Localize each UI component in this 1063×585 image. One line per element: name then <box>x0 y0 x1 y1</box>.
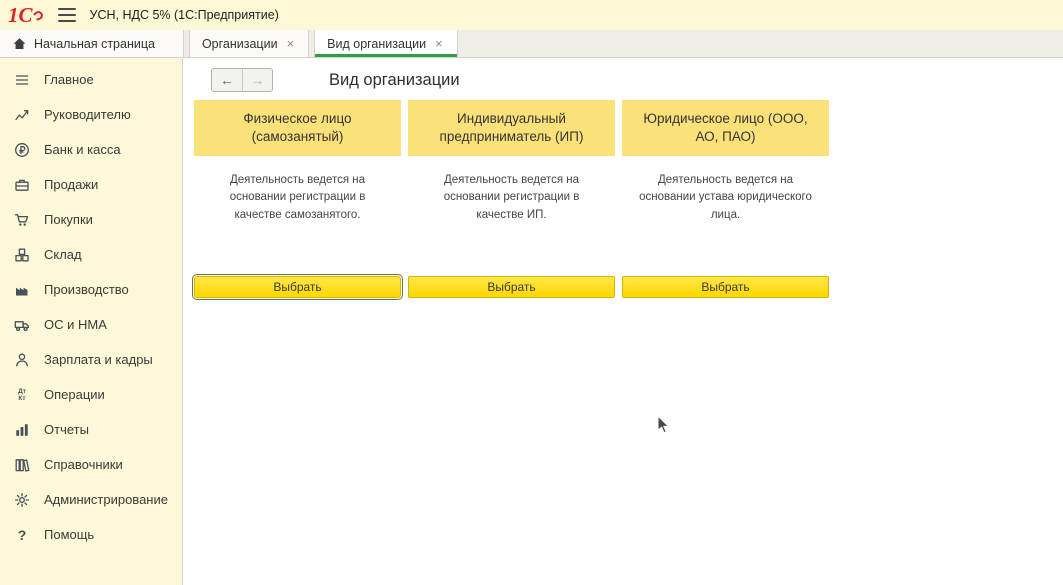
1c-logo-icon: 1С <box>8 5 44 26</box>
close-icon[interactable]: × <box>433 36 445 51</box>
sidebar-item-directories[interactable]: Справочники <box>0 447 182 482</box>
card-description: Деятельность ведется на основании устава… <box>622 156 829 276</box>
sidebar-item-bank-cash[interactable]: Банк и касса <box>0 132 182 167</box>
card-title: Индивидуальный предприниматель (ИП) <box>408 100 615 156</box>
debit-credit-icon: Дт Кт <box>13 387 31 403</box>
sidebar-item-label: Производство <box>44 282 129 297</box>
sidebar-item-label: Руководителю <box>44 107 131 122</box>
tab-organization-type[interactable]: Вид организации × <box>314 30 458 57</box>
card-description: Деятельность ведется на основании регист… <box>408 156 615 276</box>
sidebar-item-label: Операции <box>44 387 105 402</box>
sidebar-item-operations[interactable]: Дт Кт Операции <box>0 377 182 412</box>
page-title: Вид организации <box>329 71 460 90</box>
sidebar-item-label: Банк и касса <box>44 142 121 157</box>
titlebar: 1С УСН, НДС 5% (1С:Предприятие) <box>0 0 1063 30</box>
sidebar-item-manager[interactable]: Руководителю <box>0 97 182 132</box>
tab-organizations-label: Организации <box>202 37 278 51</box>
shopping-cart-icon <box>13 212 31 228</box>
ruble-coin-icon <box>13 142 31 158</box>
card-title: Юридическое лицо (ООО, АО, ПАО) <box>622 100 829 156</box>
sidebar: Главное Руководителю Банк и касса Продаж… <box>0 58 183 585</box>
choose-button[interactable]: Выбрать <box>408 276 615 298</box>
sidebar-item-sales[interactable]: Продажи <box>0 167 182 202</box>
logo-text: 1С <box>8 5 33 26</box>
sidebar-item-reports[interactable]: Отчеты <box>0 412 182 447</box>
briefcase-icon <box>13 177 31 193</box>
main-menu-icon[interactable] <box>58 8 76 22</box>
card-title: Физическое лицо (самозанятый) <box>194 100 401 156</box>
question-mark-icon: ? <box>13 527 31 543</box>
sidebar-item-help[interactable]: ? Помощь <box>0 517 182 552</box>
sidebar-item-main[interactable]: Главное <box>0 62 182 97</box>
card-individual-self-employed: Физическое лицо (самозанятый) Деятельнос… <box>194 100 401 298</box>
close-icon[interactable]: × <box>285 36 297 51</box>
sidebar-item-production[interactable]: Производство <box>0 272 182 307</box>
choose-button[interactable]: Выбрать <box>622 276 829 298</box>
tabbar: Начальная страница Организации × Вид орг… <box>0 30 1063 58</box>
sidebar-item-label: Продажи <box>44 177 98 192</box>
tab-home-label: Начальная страница <box>34 37 155 51</box>
card-individual-entrepreneur: Индивидуальный предприниматель (ИП) Деят… <box>408 100 615 298</box>
bar-chart-icon <box>13 422 31 438</box>
trend-chart-icon <box>13 107 31 123</box>
person-icon <box>13 352 31 368</box>
forward-button[interactable]: → <box>242 69 272 91</box>
gear-icon <box>13 492 31 508</box>
tab-organization-type-label: Вид организации <box>327 37 426 51</box>
sidebar-item-label: Справочники <box>44 457 123 472</box>
sidebar-item-fixed-assets[interactable]: ОС и НМА <box>0 307 182 342</box>
sidebar-item-label: Склад <box>44 247 82 262</box>
card-legal-entity: Юридическое лицо (ООО, АО, ПАО) Деятельн… <box>622 100 829 298</box>
main-content: ← → Вид организации Физическое лицо (сам… <box>184 58 1063 585</box>
sidebar-item-label: Администрирование <box>44 492 168 507</box>
sidebar-item-label: ОС и НМА <box>44 317 107 332</box>
tab-home[interactable]: Начальная страница <box>0 30 184 57</box>
sidebar-item-label: Помощь <box>44 527 94 542</box>
app-title: УСН, НДС 5% (1С:Предприятие) <box>90 8 279 22</box>
organization-type-cards: Физическое лицо (самозанятый) Деятельнос… <box>194 100 829 298</box>
navigation-row: ← → Вид организации <box>211 68 460 92</box>
boxes-icon <box>13 247 31 263</box>
sidebar-item-warehouse[interactable]: Склад <box>0 237 182 272</box>
sidebar-item-label: Зарплата и кадры <box>44 352 153 367</box>
sidebar-item-purchases[interactable]: Покупки <box>0 202 182 237</box>
back-button[interactable]: ← <box>212 69 242 91</box>
home-icon <box>12 36 27 51</box>
books-icon <box>13 457 31 473</box>
card-description: Деятельность ведется на основании регист… <box>194 156 401 276</box>
tab-organizations[interactable]: Организации × <box>189 30 309 57</box>
history-nav-group: ← → <box>211 68 273 92</box>
sidebar-item-label: Покупки <box>44 212 93 227</box>
sidebar-item-salary-hr[interactable]: Зарплата и кадры <box>0 342 182 377</box>
factory-icon <box>13 282 31 298</box>
choose-button[interactable]: Выбрать <box>194 276 401 298</box>
list-icon <box>13 72 31 88</box>
truck-icon <box>13 317 31 333</box>
sidebar-item-label: Отчеты <box>44 422 89 437</box>
sidebar-item-label: Главное <box>44 72 94 87</box>
sidebar-item-administration[interactable]: Администрирование <box>0 482 182 517</box>
